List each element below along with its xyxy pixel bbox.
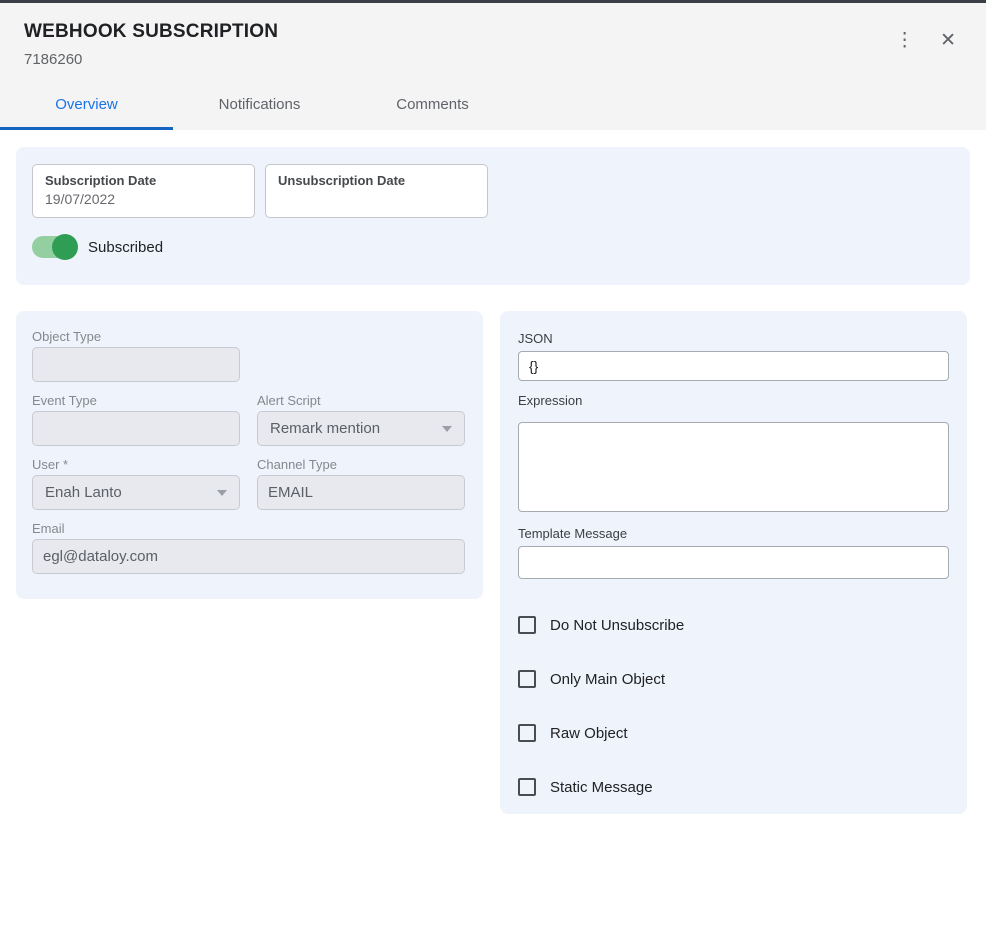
close-button[interactable]: ✕: [932, 25, 964, 56]
alert-script-value: Remark mention: [270, 420, 380, 437]
tab-notifications[interactable]: Notifications: [173, 83, 346, 130]
date-row: Subscription Date 19/07/2022 Unsubscript…: [32, 164, 954, 218]
dialog-header: WEBHOOK SUBSCRIPTION 7186260 ⋮ ✕ Overvie…: [0, 3, 986, 130]
user-group: User * Enah Lanto: [32, 457, 240, 510]
email-field[interactable]: [32, 539, 465, 574]
checkbox-do-not-unsubscribe[interactable]: Do Not Unsubscribe: [518, 616, 949, 634]
kebab-menu-icon: ⋮: [895, 31, 914, 50]
object-type-label: Object Type: [32, 329, 240, 344]
checkbox-icon: [518, 724, 536, 742]
overview-tab-content: Subscription Date 19/07/2022 Unsubscript…: [0, 130, 986, 814]
chevron-down-icon: [442, 426, 452, 432]
alert-script-group: Alert Script Remark mention: [257, 393, 465, 446]
user-value: Enah Lanto: [45, 484, 122, 501]
json-input[interactable]: [518, 351, 949, 381]
unsubscription-date-value: [278, 191, 475, 208]
page-title: WEBHOOK SUBSCRIPTION: [24, 21, 962, 43]
more-options-button[interactable]: ⋮: [887, 25, 922, 56]
message-panel: JSON Expression Template Message Do Not …: [500, 311, 967, 814]
checkbox-static-message[interactable]: Static Message: [518, 778, 949, 796]
template-message-label: Template Message: [518, 526, 949, 541]
channel-type-label: Channel Type: [257, 457, 465, 472]
expression-input[interactable]: [518, 422, 949, 512]
subscription-panel: Subscription Date 19/07/2022 Unsubscript…: [16, 147, 970, 285]
checkbox-label: Static Message: [550, 779, 653, 796]
checkbox-label: Do Not Unsubscribe: [550, 617, 684, 634]
subscription-date-label: Subscription Date: [45, 173, 242, 188]
checkbox-raw-object[interactable]: Raw Object: [518, 724, 949, 742]
json-group: JSON: [518, 331, 949, 381]
email-label: Email: [32, 521, 465, 536]
checkbox-icon: [518, 778, 536, 796]
tab-comments[interactable]: Comments: [346, 83, 519, 130]
object-type-input[interactable]: [32, 347, 240, 382]
header-actions: ⋮ ✕: [887, 25, 964, 56]
subscription-date-field[interactable]: Subscription Date 19/07/2022: [32, 164, 255, 218]
template-message-input[interactable]: [518, 546, 949, 579]
event-type-input[interactable]: [32, 411, 240, 446]
checkbox-label: Only Main Object: [550, 671, 665, 688]
user-label: User *: [32, 457, 240, 472]
close-icon: ✕: [940, 31, 956, 50]
channel-type-group: Channel Type: [257, 457, 465, 510]
toggle-knob-icon: [52, 234, 78, 260]
record-id: 7186260: [24, 51, 962, 68]
event-type-group: Event Type: [32, 393, 240, 446]
unsubscription-date-label: Unsubscription Date: [278, 173, 475, 188]
unsubscription-date-field[interactable]: Unsubscription Date: [265, 164, 488, 218]
checkbox-icon: [518, 670, 536, 688]
subscription-date-value: 19/07/2022: [45, 191, 242, 208]
template-message-group: Template Message: [518, 526, 949, 579]
tab-overview[interactable]: Overview: [0, 83, 173, 130]
details-panel: Object Type Event Type Alert Script Rema…: [16, 311, 483, 599]
json-label: JSON: [518, 331, 949, 346]
email-group: Email: [32, 521, 465, 574]
checkbox-only-main-object[interactable]: Only Main Object: [518, 670, 949, 688]
checkbox-icon: [518, 616, 536, 634]
event-type-label: Event Type: [32, 393, 240, 408]
checkbox-label: Raw Object: [550, 725, 628, 742]
subscribed-toggle-label: Subscribed: [88, 239, 163, 256]
chevron-down-icon: [217, 490, 227, 496]
expression-label: Expression: [518, 393, 949, 408]
alert-script-select[interactable]: Remark mention: [257, 411, 465, 446]
tab-bar: Overview Notifications Comments: [0, 83, 986, 130]
user-select[interactable]: Enah Lanto: [32, 475, 240, 510]
alert-script-label: Alert Script: [257, 393, 465, 408]
channel-type-input[interactable]: [257, 475, 465, 510]
subscribed-toggle-row: Subscribed: [32, 233, 954, 261]
form-columns: Object Type Event Type Alert Script Rema…: [16, 311, 970, 814]
object-type-group: Object Type: [32, 329, 240, 382]
subscribed-toggle[interactable]: [32, 236, 77, 258]
